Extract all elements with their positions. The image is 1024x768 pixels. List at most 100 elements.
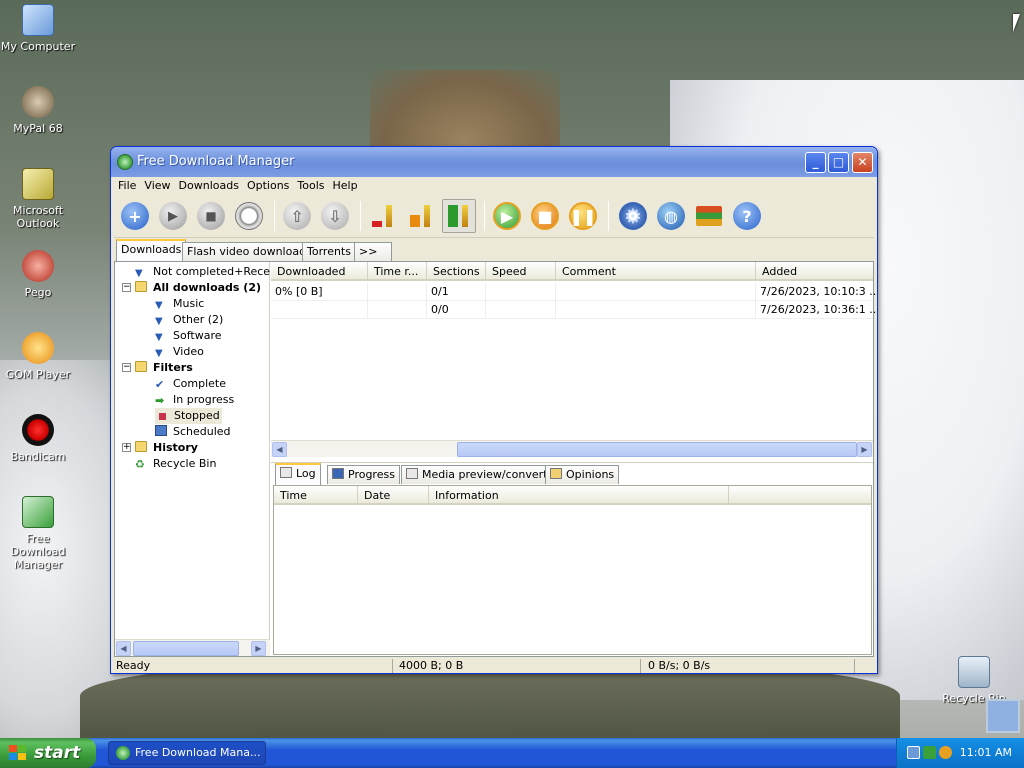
tab-torrents[interactable]: Torrents xyxy=(302,242,356,261)
tab-flash-video-downloads[interactable]: Flash video downloads xyxy=(182,242,317,261)
traffic-low-button[interactable] xyxy=(366,199,400,233)
column-downloaded[interactable]: Downloaded xyxy=(271,262,368,281)
scroll-left-button[interactable]: ◀ xyxy=(116,641,131,656)
tree-item-all-downloads[interactable]: All downloads (2) xyxy=(135,280,261,296)
start-download-button[interactable]: ▶ xyxy=(156,199,190,233)
drop-box-icon[interactable] xyxy=(986,699,1020,733)
minimize-button[interactable]: _ xyxy=(805,152,826,173)
tree-item-history[interactable]: History xyxy=(135,440,198,456)
start-all-button[interactable]: ▶ xyxy=(490,199,524,233)
desktop-icon-fdm[interactable]: Free Download Manager xyxy=(0,496,78,571)
scroll-thumb[interactable] xyxy=(133,641,239,656)
column-added[interactable]: Added xyxy=(756,262,876,281)
tree-item-music[interactable]: ▼ Music xyxy=(155,296,204,312)
traffic-low-icon xyxy=(370,203,396,229)
scroll-right-button[interactable]: ▶ xyxy=(251,641,266,656)
column-comment[interactable]: Comment xyxy=(556,262,756,281)
tree-horizontal-scrollbar[interactable]: ◀ ▶ xyxy=(115,639,270,656)
title-bar[interactable]: Free Download Manager _ □ ✕ xyxy=(111,147,877,177)
tree-item-stopped[interactable]: Stopped xyxy=(155,408,222,424)
toolbar-separator xyxy=(274,201,275,231)
folder-icon xyxy=(135,441,147,452)
table-row[interactable]: 0% [0 B] 0/1 7/26/2023, 10:10:3 ... xyxy=(271,283,876,301)
tab-opinions[interactable]: Opinions xyxy=(545,465,620,484)
scroll-left-button[interactable]: ◀ xyxy=(272,442,287,457)
start-label: start xyxy=(34,743,81,763)
desktop-icon-recycle-bin[interactable]: Recycle Bin xyxy=(934,656,1014,705)
column-information[interactable]: Information xyxy=(429,486,729,505)
raccoon-icon xyxy=(22,86,54,118)
column-time[interactable]: Time xyxy=(274,486,358,505)
tab-downloads[interactable]: Downloads xyxy=(116,239,187,261)
tree-item-in-progress[interactable]: ➡ In progress xyxy=(155,392,234,408)
help-button[interactable]: ? xyxy=(730,199,764,233)
books-icon xyxy=(696,206,722,226)
menu-tools[interactable]: Tools xyxy=(293,177,328,194)
start-button[interactable]: start xyxy=(0,738,96,768)
fdm-tray-icon[interactable] xyxy=(923,746,936,759)
expand-filters[interactable]: − xyxy=(122,363,131,372)
traffic-high-button[interactable] xyxy=(442,199,476,233)
desktop-icon-bandicam[interactable]: Bandicam xyxy=(0,414,78,463)
move-down-button[interactable]: ⇩ xyxy=(318,199,352,233)
log-list: Time Date Information xyxy=(273,485,872,655)
traffic-medium-button[interactable] xyxy=(404,199,438,233)
tree-item-other[interactable]: ▼ Other (2) xyxy=(155,312,223,328)
maximize-button[interactable]: □ xyxy=(828,152,849,173)
desktop-icon-pego[interactable]: Pego xyxy=(0,250,78,299)
tab-log[interactable]: Log xyxy=(275,463,321,485)
scroll-right-button[interactable]: ▶ xyxy=(857,442,872,457)
tree-item-software[interactable]: ▼ Software xyxy=(155,328,222,344)
column-date[interactable]: Date xyxy=(358,486,429,505)
expand-history[interactable]: + xyxy=(122,443,131,452)
cell-speed xyxy=(486,283,556,301)
menu-bar: File View Downloads Options Tools Help xyxy=(114,177,874,195)
bandicam-icon xyxy=(22,414,54,446)
menu-help[interactable]: Help xyxy=(329,177,362,194)
scroll-thumb[interactable] xyxy=(457,442,857,457)
tree-item-filters[interactable]: Filters xyxy=(135,360,193,376)
cell-comment xyxy=(556,301,756,319)
column-sections[interactable]: Sections xyxy=(427,262,486,281)
site-explorer-button[interactable]: ◍ xyxy=(654,199,688,233)
stop-all-icon: ■ xyxy=(531,202,559,230)
tree-item-recycle-bin[interactable]: ♻ Recycle Bin xyxy=(135,456,216,472)
fdm-app-icon xyxy=(117,154,133,170)
stop-all-button[interactable]: ■ xyxy=(528,199,562,233)
desktop-icon-gom-player[interactable]: GOM Player xyxy=(0,332,78,381)
desktop-icon-mypal[interactable]: MyPal 68 xyxy=(0,86,78,135)
downloads-list: Downloaded Time r... Sections Speed Comm… xyxy=(271,262,876,458)
tree-item-video[interactable]: ▼ Video xyxy=(155,344,204,360)
menu-file[interactable]: File xyxy=(114,177,140,194)
tab-more[interactable]: >> xyxy=(354,242,392,261)
schedule-button[interactable] xyxy=(232,199,266,233)
tab-media-preview[interactable]: Media preview/convert xyxy=(401,465,553,484)
menu-view[interactable]: View xyxy=(140,177,174,194)
settings-button[interactable]: ⚙ xyxy=(616,199,650,233)
list-horizontal-scrollbar[interactable]: ◀ ▶ xyxy=(271,440,873,457)
column-time-remaining[interactable]: Time r... xyxy=(368,262,427,281)
books-button[interactable] xyxy=(692,199,726,233)
expand-all-downloads[interactable]: − xyxy=(122,283,131,292)
desktop-icon-label: Pego xyxy=(24,286,52,299)
pause-all-button[interactable]: ❚❚ xyxy=(566,199,600,233)
table-row[interactable]: 0/0 7/26/2023, 10:36:1 ... xyxy=(271,301,876,319)
column-speed[interactable]: Speed xyxy=(486,262,556,281)
search-tray-icon[interactable] xyxy=(939,746,952,759)
taskbar-fdm-button[interactable]: Free Download Mana... xyxy=(108,741,266,765)
network-icon[interactable] xyxy=(907,746,920,759)
plus-icon: + xyxy=(121,202,149,230)
menu-options[interactable]: Options xyxy=(243,177,293,194)
tree-item-not-completed[interactable]: ▼ Not completed+Recen xyxy=(135,264,277,280)
download-arrow-icon: ▼ xyxy=(155,348,163,359)
menu-downloads[interactable]: Downloads xyxy=(175,177,243,194)
stop-download-button[interactable]: ■ xyxy=(194,199,228,233)
tree-item-complete[interactable]: ✔ Complete xyxy=(155,376,226,392)
close-button[interactable]: ✕ xyxy=(852,152,873,173)
tree-item-scheduled[interactable]: Scheduled xyxy=(155,424,231,440)
move-up-button[interactable]: ⇧ xyxy=(280,199,314,233)
tab-progress[interactable]: Progress xyxy=(327,465,400,484)
add-download-button[interactable]: + xyxy=(118,199,152,233)
desktop-icon-my-computer[interactable]: My Computer xyxy=(0,4,78,53)
desktop-icon-outlook[interactable]: Microsoft Outlook xyxy=(0,168,78,230)
